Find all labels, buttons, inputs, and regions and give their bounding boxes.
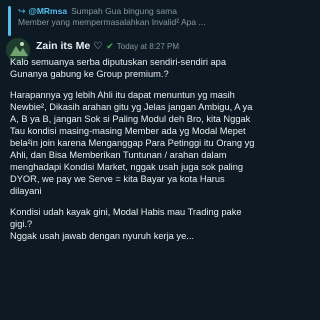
reply-text-1: Sumpah Gua bingung sama — [71, 6, 177, 16]
reply-sender[interactable]: @MRmsa — [29, 6, 68, 16]
reply-body: ↪ @MRmsa Sumpah Gua bingung sama Member ya… — [18, 6, 206, 36]
paragraph-2: Harapannya yg lebih Ahli itu dapat menun… — [10, 90, 255, 196]
paragraph-3: Kondisi udah kayak gini, Modal Habis mau… — [10, 207, 242, 229]
reply-text-2: Member yang mempermasalahkan Invalid² Ap… — [18, 17, 206, 27]
message-body: Kalo semuanya serba diputuskan sendiri-s… — [10, 56, 258, 242]
paragraph-1: Kalo semuanya serba diputuskan sendiri-s… — [10, 57, 227, 79]
chat-message: Zain its Me ♡ ✔ Today at 8:27 PM Kalo se… — [4, 38, 258, 318]
check-icon: ✔ — [106, 40, 114, 51]
heart-icon: ♡ — [93, 40, 103, 52]
message-header: Zain its Me ♡ ✔ Today at 8:27 PM — [36, 39, 179, 53]
replied-message-preview[interactable]: ↪ @MRmsa Sumpah Gua bingung sama Member ya… — [8, 6, 254, 36]
timestamp: Today at 8:27 PM — [116, 41, 180, 51]
paragraph-4: Nggak usah jawab dengan nyuruh kerja ye.… — [10, 231, 194, 241]
reply-arrow-icon: ↪ — [18, 6, 26, 16]
sender-name[interactable]: Zain its Me — [36, 40, 90, 52]
reply-line-1: ↪ @MRmsa Sumpah Gua bingung sama — [18, 6, 206, 17]
reply-accent-bar — [8, 6, 11, 36]
